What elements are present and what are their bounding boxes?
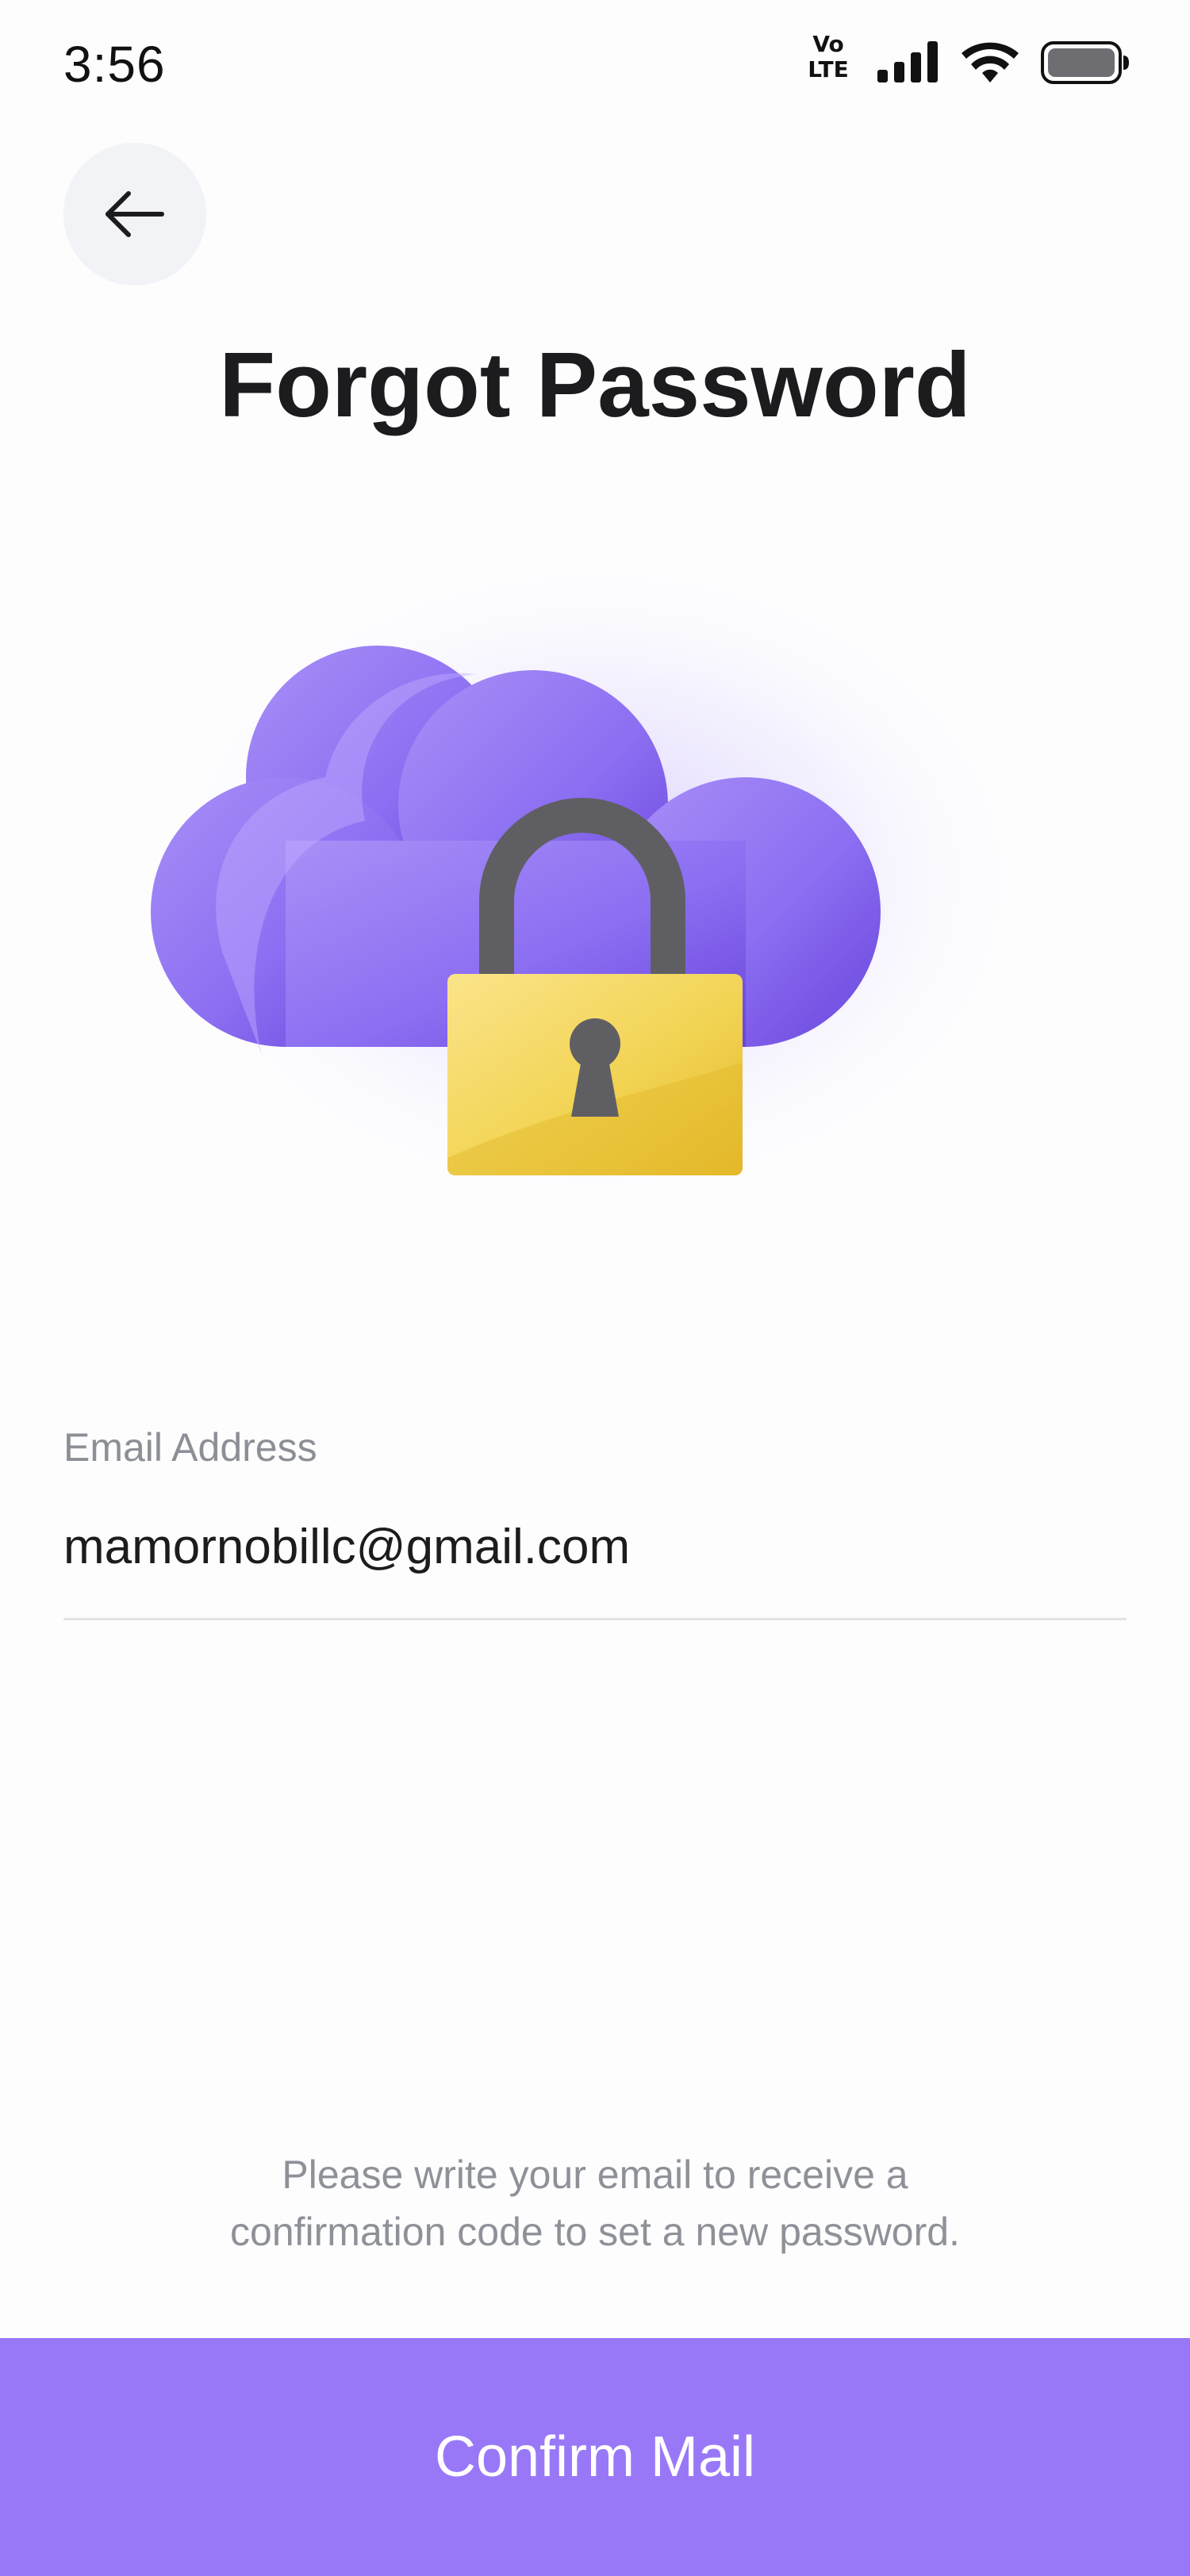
email-field[interactable] <box>63 1507 1127 1586</box>
volte-bottom-label: LTE <box>808 56 849 82</box>
back-button[interactable] <box>63 143 206 286</box>
battery-icon <box>1041 41 1129 84</box>
page-title: Forgot Password <box>219 333 971 436</box>
confirm-mail-button[interactable]: Confirm Mail <box>0 2338 1190 2576</box>
cellular-signal-icon <box>877 41 938 82</box>
helper-text-line-1: Please write your email to receive a <box>282 2152 908 2197</box>
email-field-underline <box>63 1618 1127 1620</box>
arrow-left-icon <box>106 191 164 237</box>
helper-text: Please write your email to receive a con… <box>119 2146 1071 2260</box>
confirm-mail-label: Confirm Mail <box>434 2425 756 2489</box>
status-bar: 3:56 Vo LTE <box>0 0 1190 135</box>
wifi-icon <box>962 42 1019 82</box>
volte-indicator: Vo LTE <box>804 32 852 82</box>
status-time: 3:56 <box>63 36 166 93</box>
cloud-lock-icon <box>151 547 1039 1213</box>
helper-text-line-2: confirmation code to set a new password. <box>230 2210 960 2254</box>
email-label: Email Address <box>63 1425 317 1470</box>
volte-top-label: Vo <box>812 31 844 57</box>
